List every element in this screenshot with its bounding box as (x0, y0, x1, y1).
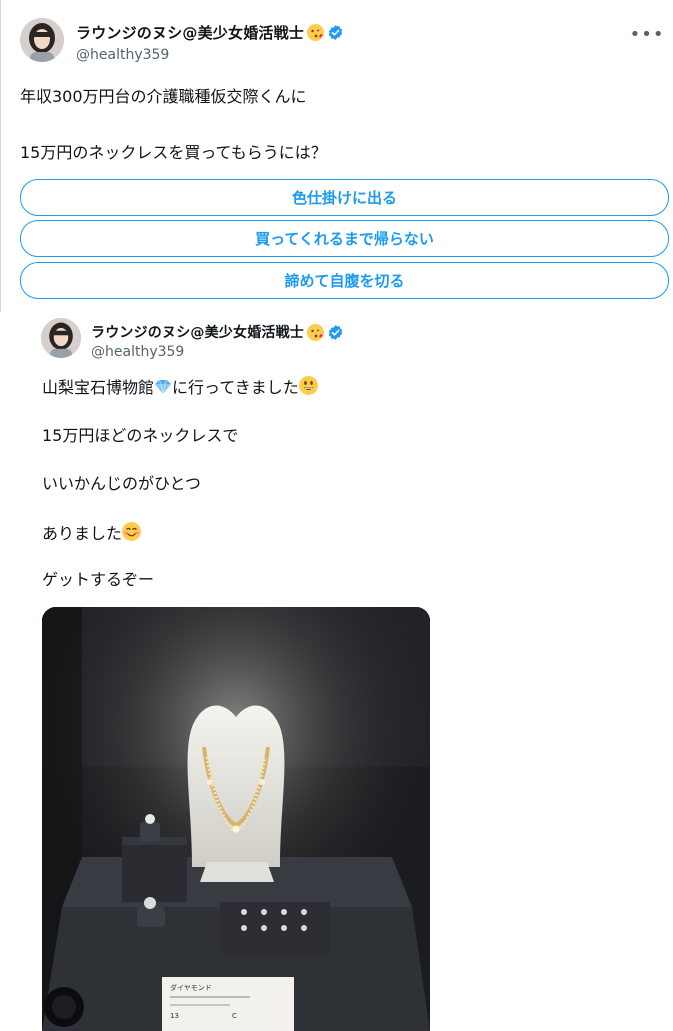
face-blowing-kiss-icon (307, 323, 324, 341)
smiling-face-icon (122, 522, 142, 541)
poll-option-3[interactable]: 諦めて自腹を切る (20, 262, 669, 299)
photo-label-value-left: 13 (170, 1012, 179, 1020)
verified-badge-icon (327, 24, 344, 41)
avatar[interactable] (20, 18, 64, 62)
author-name-row: ラウンジのヌシ@美少女婚活戦士 (76, 22, 344, 43)
tweet-page: ラウンジのヌシ@美少女婚活戦士 @healthy359 ••• 年収300万円台… (0, 0, 673, 1031)
photo-label-title: ダイヤモンド (170, 983, 212, 992)
quoted-author-handle[interactable]: @healthy359 (91, 344, 184, 360)
author-display-name[interactable]: ラウンジのヌシ@美少女婚活戦士 (76, 22, 304, 43)
more-options-button[interactable]: ••• (630, 22, 664, 46)
quoted-author-name-row: ラウンジのヌシ@美少女婚活戦士 (91, 322, 344, 342)
poll-option-1[interactable]: 色仕掛けに出る (20, 179, 669, 216)
photo-label-value-right: C (232, 1012, 237, 1020)
quoted-text-line-2: 15万円ほどのネックレスで (42, 426, 239, 445)
quoted-text-line-4: ありました (42, 522, 142, 544)
quoted-text-line-3: いいかんじのがひとつ (42, 474, 201, 493)
quoted-text-line-5: ゲットするぞー (42, 570, 155, 589)
gem-icon (154, 379, 172, 395)
quoted-author-display-name[interactable]: ラウンジのヌシ@美少女婚活戦士 (91, 322, 304, 342)
face-blowing-kiss-icon (307, 24, 325, 41)
quoted-text-line-1-b: に行ってきました (172, 378, 299, 397)
attached-photo[interactable]: ダイヤモンド 13 C (42, 607, 430, 1031)
tweet-text-line-2: 15万円のネックレスを買ってもらうには？ (20, 143, 327, 162)
tweet-header: ラウンジのヌシ@美少女婚活戦士 @healthy359 ••• (20, 16, 665, 68)
quoted-text-line-1-a: 山梨宝石博物館 (42, 378, 155, 397)
quoted-text-line-1: 山梨宝石博物館 に行ってきました (42, 376, 318, 398)
grinning-face-icon (298, 376, 318, 395)
author-handle[interactable]: @healthy359 (76, 47, 169, 63)
tweet-text-line-1: 年収300万円台の介護職種仮交際くんに (20, 87, 307, 106)
thread-divider (0, 0, 1, 312)
poll-option-2[interactable]: 買ってくれるまで帰らない (20, 220, 669, 257)
quoted-text-line-4-a: ありました (42, 524, 123, 543)
verified-badge-icon (327, 324, 344, 341)
quoted-avatar[interactable] (41, 318, 81, 358)
